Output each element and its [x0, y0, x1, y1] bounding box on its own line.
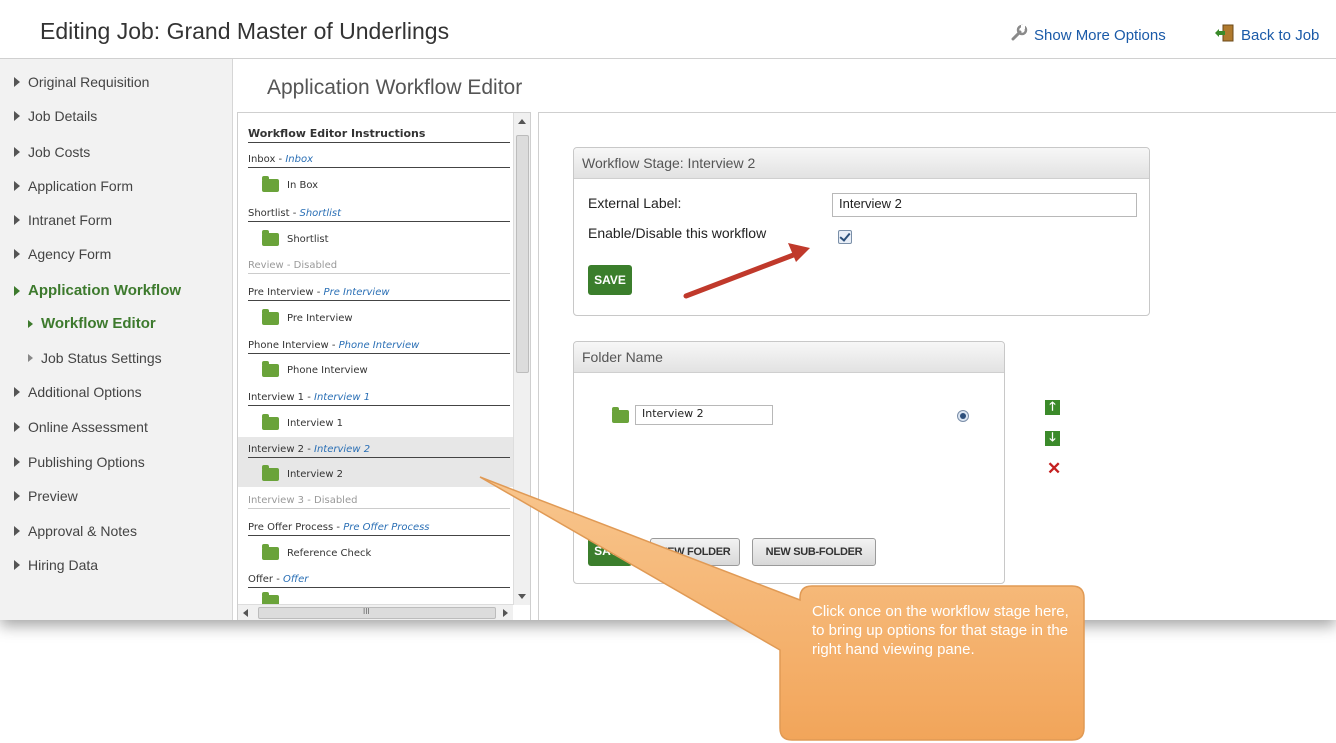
- callout-text: Click once on the workflow stage here, t…: [812, 603, 1069, 658]
- annotation-overlay: [479, 243, 1085, 741]
- red-pointer-arrow: [683, 243, 810, 299]
